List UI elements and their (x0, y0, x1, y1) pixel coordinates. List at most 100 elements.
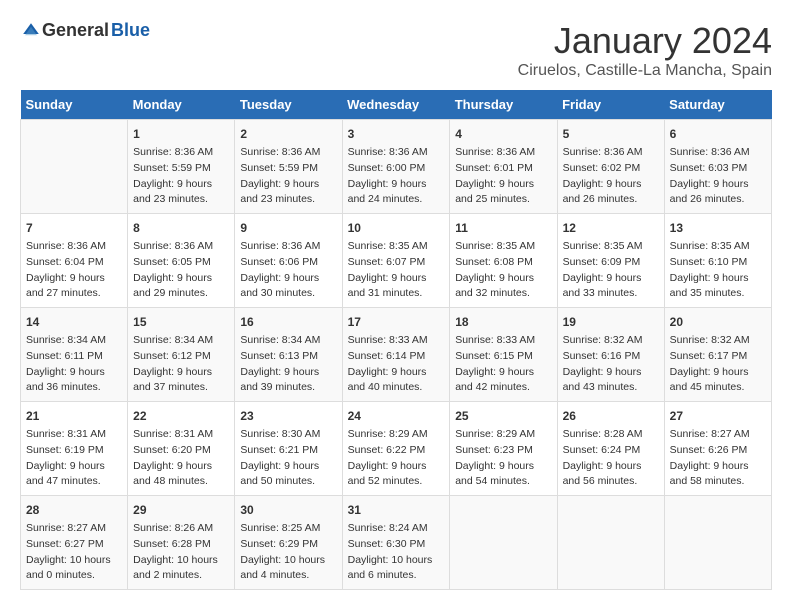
day-number: 19 (563, 313, 659, 331)
day-info: Sunrise: 8:34 AMSunset: 6:11 PMDaylight:… (26, 333, 122, 396)
day-info: Sunrise: 8:36 AMSunset: 6:04 PMDaylight:… (26, 239, 122, 302)
calendar-cell: 29Sunrise: 8:26 AMSunset: 6:28 PMDayligh… (128, 496, 235, 590)
weekday-header-monday: Monday (128, 90, 235, 120)
logo: General Blue (20, 20, 150, 41)
day-info: Sunrise: 8:35 AMSunset: 6:07 PMDaylight:… (348, 239, 445, 302)
weekday-header-sunday: Sunday (21, 90, 128, 120)
day-number: 29 (133, 501, 229, 519)
calendar-cell: 7 Sunrise: 8:36 AMSunset: 6:04 PMDaylight… (21, 214, 128, 308)
calendar-cell (664, 496, 771, 590)
calendar-cell: 22 Sunrise: 8:31 AMSunset: 6:20 PMDayligh… (128, 402, 235, 496)
day-number: 7 (26, 219, 122, 237)
day-info: Sunrise: 8:36 AMSunset: 6:06 PMDaylight:… (240, 239, 336, 302)
day-number: 21 (26, 407, 122, 425)
day-info: Sunrise: 8:36 AMSunset: 6:03 PMDaylight:… (670, 145, 766, 208)
calendar-cell: 20 Sunrise: 8:32 AMSunset: 6:17 PMDayligh… (664, 308, 771, 402)
calendar-table: SundayMondayTuesdayWednesdayThursdayFrid… (20, 90, 772, 590)
day-info: Sunrise: 8:33 AMSunset: 6:15 PMDaylight:… (455, 333, 551, 396)
calendar-cell: 24Sunrise: 8:29 AMSunset: 6:22 PMDayligh… (342, 402, 450, 496)
calendar-cell: 15Sunrise: 8:34 AMSunset: 6:12 PMDayligh… (128, 308, 235, 402)
day-info: Sunrise: 8:24 AMSunset: 6:30 PMDaylight:… (348, 521, 445, 584)
day-number: 14 (26, 313, 122, 331)
header: General Blue January 2024 Ciruelos, Cast… (20, 20, 772, 80)
calendar-cell: 1 Sunrise: 8:36 AMSunset: 5:59 PMDaylight… (128, 120, 235, 214)
calendar-cell: 14 Sunrise: 8:34 AMSunset: 6:11 PMDayligh… (21, 308, 128, 402)
day-number: 4 (455, 125, 551, 143)
calendar-week-row: 21 Sunrise: 8:31 AMSunset: 6:19 PMDayligh… (21, 402, 772, 496)
day-number: 30 (240, 501, 336, 519)
day-number: 16 (240, 313, 336, 331)
calendar-cell: 11Sunrise: 8:35 AMSunset: 6:08 PMDayligh… (450, 214, 557, 308)
day-number: 28 (26, 501, 122, 519)
title-block: January 2024 Ciruelos, Castille-La Manch… (518, 20, 772, 80)
calendar-cell: 13 Sunrise: 8:35 AMSunset: 6:10 PMDayligh… (664, 214, 771, 308)
calendar-cell: 16Sunrise: 8:34 AMSunset: 6:13 PMDayligh… (235, 308, 342, 402)
calendar-cell: 2 Sunrise: 8:36 AMSunset: 5:59 PMDaylight… (235, 120, 342, 214)
calendar-week-row: 14 Sunrise: 8:34 AMSunset: 6:11 PMDayligh… (21, 308, 772, 402)
calendar-cell: 17Sunrise: 8:33 AMSunset: 6:14 PMDayligh… (342, 308, 450, 402)
day-info: Sunrise: 8:31 AMSunset: 6:20 PMDaylight:… (133, 427, 229, 490)
day-info: Sunrise: 8:36 AMSunset: 6:00 PMDaylight:… (348, 145, 445, 208)
calendar-cell: 10 Sunrise: 8:35 AMSunset: 6:07 PMDayligh… (342, 214, 450, 308)
day-info: Sunrise: 8:30 AMSunset: 6:21 PMDaylight:… (240, 427, 336, 490)
day-number: 8 (133, 219, 229, 237)
day-info: Sunrise: 8:25 AMSunset: 6:29 PMDaylight:… (240, 521, 336, 584)
day-info: Sunrise: 8:27 AMSunset: 6:27 PMDaylight:… (26, 521, 122, 584)
calendar-cell: 3Sunrise: 8:36 AMSunset: 6:00 PMDaylight… (342, 120, 450, 214)
calendar-cell: 27Sunrise: 8:27 AMSunset: 6:26 PMDayligh… (664, 402, 771, 496)
day-info: Sunrise: 8:31 AMSunset: 6:19 PMDaylight:… (26, 427, 122, 490)
location-subtitle: Ciruelos, Castille-La Mancha, Spain (518, 62, 772, 80)
calendar-cell: 19 Sunrise: 8:32 AMSunset: 6:16 PMDayligh… (557, 308, 664, 402)
weekday-header-saturday: Saturday (664, 90, 771, 120)
day-info: Sunrise: 8:36 AMSunset: 6:05 PMDaylight:… (133, 239, 229, 302)
calendar-header-row: SundayMondayTuesdayWednesdayThursdayFrid… (21, 90, 772, 120)
calendar-cell: 25Sunrise: 8:29 AMSunset: 6:23 PMDayligh… (450, 402, 557, 496)
day-info: Sunrise: 8:32 AMSunset: 6:17 PMDaylight:… (670, 333, 766, 396)
calendar-cell: 6 Sunrise: 8:36 AMSunset: 6:03 PMDaylight… (664, 120, 771, 214)
day-number: 5 (563, 125, 659, 143)
calendar-cell: 28 Sunrise: 8:27 AMSunset: 6:27 PMDayligh… (21, 496, 128, 590)
day-number: 11 (455, 219, 551, 237)
calendar-cell: 9 Sunrise: 8:36 AMSunset: 6:06 PMDaylight… (235, 214, 342, 308)
calendar-cell: 23 Sunrise: 8:30 AMSunset: 6:21 PMDayligh… (235, 402, 342, 496)
day-info: Sunrise: 8:36 AMSunset: 5:59 PMDaylight:… (133, 145, 229, 208)
weekday-header-friday: Friday (557, 90, 664, 120)
day-number: 13 (670, 219, 766, 237)
calendar-cell (557, 496, 664, 590)
generalblue-logo-icon (22, 22, 40, 40)
day-number: 23 (240, 407, 336, 425)
weekday-header-wednesday: Wednesday (342, 90, 450, 120)
day-number: 6 (670, 125, 766, 143)
calendar-cell: 31 Sunrise: 8:24 AMSunset: 6:30 PMDayligh… (342, 496, 450, 590)
calendar-cell: 30 Sunrise: 8:25 AMSunset: 6:29 PMDayligh… (235, 496, 342, 590)
day-info: Sunrise: 8:32 AMSunset: 6:16 PMDaylight:… (563, 333, 659, 396)
day-info: Sunrise: 8:35 AMSunset: 6:10 PMDaylight:… (670, 239, 766, 302)
calendar-week-row: 7 Sunrise: 8:36 AMSunset: 6:04 PMDaylight… (21, 214, 772, 308)
calendar-cell (21, 120, 128, 214)
logo-blue-text: Blue (111, 20, 150, 41)
calendar-cell: 18Sunrise: 8:33 AMSunset: 6:15 PMDayligh… (450, 308, 557, 402)
month-year-title: January 2024 (518, 20, 772, 62)
day-number: 12 (563, 219, 659, 237)
day-info: Sunrise: 8:36 AMSunset: 6:02 PMDaylight:… (563, 145, 659, 208)
day-info: Sunrise: 8:33 AMSunset: 6:14 PMDaylight:… (348, 333, 445, 396)
calendar-week-row: 28 Sunrise: 8:27 AMSunset: 6:27 PMDayligh… (21, 496, 772, 590)
logo-general-text: General (42, 20, 109, 41)
day-number: 22 (133, 407, 229, 425)
weekday-header-thursday: Thursday (450, 90, 557, 120)
day-number: 9 (240, 219, 336, 237)
calendar-cell: 5 Sunrise: 8:36 AMSunset: 6:02 PMDaylight… (557, 120, 664, 214)
weekday-header-tuesday: Tuesday (235, 90, 342, 120)
day-number: 2 (240, 125, 336, 143)
day-info: Sunrise: 8:35 AMSunset: 6:09 PMDaylight:… (563, 239, 659, 302)
day-number: 27 (670, 407, 766, 425)
day-number: 1 (133, 125, 229, 143)
day-number: 10 (348, 219, 445, 237)
day-number: 26 (563, 407, 659, 425)
day-info: Sunrise: 8:36 AMSunset: 5:59 PMDaylight:… (240, 145, 336, 208)
calendar-cell: 8 Sunrise: 8:36 AMSunset: 6:05 PMDaylight… (128, 214, 235, 308)
day-info: Sunrise: 8:36 AMSunset: 6:01 PMDaylight:… (455, 145, 551, 208)
day-number: 31 (348, 501, 445, 519)
day-number: 20 (670, 313, 766, 331)
day-info: Sunrise: 8:28 AMSunset: 6:24 PMDaylight:… (563, 427, 659, 490)
